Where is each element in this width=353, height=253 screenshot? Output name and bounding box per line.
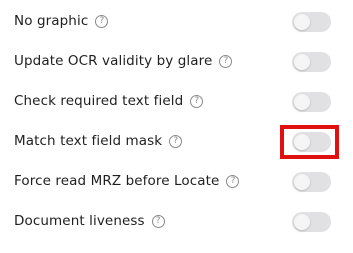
- help-icon[interactable]: ?: [95, 14, 109, 28]
- help-icon[interactable]: ?: [219, 54, 233, 68]
- setting-label-wrap: No graphic ?: [14, 6, 109, 36]
- setting-row-document-liveness: Document liveness ?: [0, 206, 353, 236]
- setting-label-wrap: Match text field mask ?: [14, 126, 183, 156]
- help-icon[interactable]: ?: [190, 94, 204, 108]
- toggle-knob: [294, 214, 310, 230]
- setting-label: Force read MRZ before Locate: [14, 173, 220, 189]
- setting-label: Document liveness: [14, 213, 145, 229]
- toggle-knob: [294, 14, 310, 30]
- settings-list: No graphic ? Update OCR validity by glar…: [0, 0, 353, 253]
- setting-label-wrap: Check required text field ?: [14, 86, 204, 116]
- setting-label: Check required text field: [14, 93, 184, 109]
- toggle-no-graphic[interactable]: [292, 12, 331, 32]
- setting-row-match-text-field-mask: Match text field mask ?: [0, 126, 353, 156]
- toggle-match-text-field-mask[interactable]: [292, 132, 331, 152]
- help-icon[interactable]: ?: [151, 214, 165, 228]
- toggle-force-read-mrz[interactable]: [292, 172, 331, 192]
- help-icon[interactable]: ?: [169, 134, 183, 148]
- setting-row-update-ocr-validity: Update OCR validity by glare ?: [0, 46, 353, 76]
- toggle-document-liveness[interactable]: [292, 212, 331, 232]
- setting-label: Update OCR validity by glare: [14, 53, 213, 69]
- setting-label-wrap: Update OCR validity by glare ?: [14, 46, 233, 76]
- setting-label-wrap: Force read MRZ before Locate ?: [14, 166, 240, 196]
- toggle-knob: [294, 134, 310, 150]
- help-icon[interactable]: ?: [226, 174, 240, 188]
- setting-label-wrap: Document liveness ?: [14, 206, 165, 236]
- toggle-knob: [294, 94, 310, 110]
- setting-row-check-required-text-field: Check required text field ?: [0, 86, 353, 116]
- toggle-knob: [294, 54, 310, 70]
- setting-row-force-read-mrz: Force read MRZ before Locate ?: [0, 166, 353, 196]
- toggle-update-ocr-validity[interactable]: [292, 52, 331, 72]
- toggle-knob: [294, 174, 310, 190]
- setting-label: Match text field mask: [14, 133, 163, 149]
- setting-row-no-graphic: No graphic ?: [0, 6, 353, 36]
- setting-label: No graphic: [14, 13, 89, 29]
- toggle-check-required-text-field[interactable]: [292, 92, 331, 112]
